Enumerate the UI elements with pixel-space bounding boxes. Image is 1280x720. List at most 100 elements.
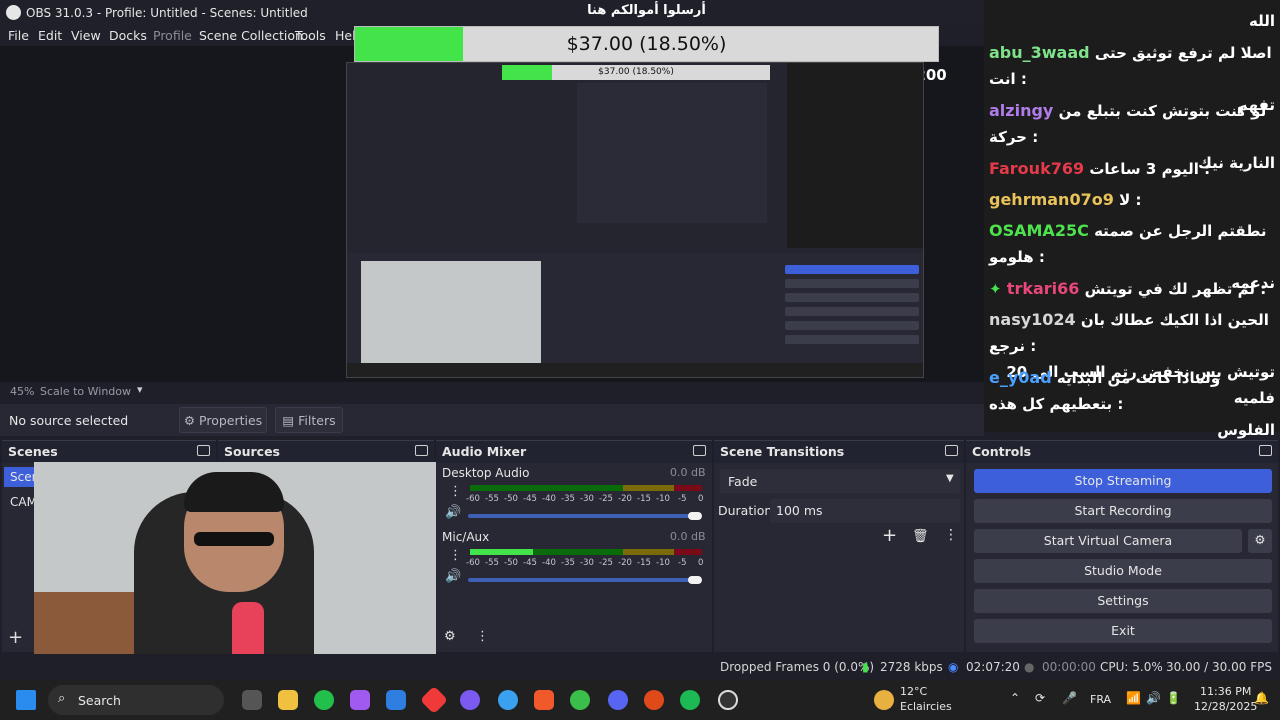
volume-icon[interactable]: 🔊 <box>1146 691 1161 705</box>
speaker-icon[interactable]: 🔊 <box>445 505 461 520</box>
mic-aux-volume-slider[interactable] <box>468 578 694 582</box>
undock-icon[interactable] <box>1259 445 1272 456</box>
chevron-down-icon: ▼ <box>946 473 954 484</box>
scene-item-selected[interactable]: Scene <box>4 467 36 487</box>
transition-menu-icon[interactable]: ⋮ <box>944 527 958 543</box>
chat-username[interactable]: gehrman07o9 <box>989 190 1114 209</box>
signal-bars-icon: ▮ <box>862 660 869 674</box>
settings-button[interactable]: Settings <box>974 589 1272 613</box>
wifi-icon[interactable]: 📶 <box>1126 691 1141 705</box>
edge-icon[interactable] <box>498 690 518 710</box>
chat-username[interactable]: e_y0ad <box>989 368 1052 387</box>
chat-username[interactable]: nasy1024 <box>989 310 1076 329</box>
audio-mixer-dock: Audio Mixer Desktop Audio 0.0 dB ⋮ -60 -5… <box>436 440 712 652</box>
chat-text: لا : <box>1113 191 1142 209</box>
add-transition-icon[interactable]: + <box>882 525 897 546</box>
desktop-audio-volume-knob[interactable] <box>688 512 702 520</box>
filters-button[interactable]: ▤ Filters <box>275 407 343 433</box>
clock-date[interactable]: 12/28/2025 <box>1194 700 1257 713</box>
properties-button[interactable]: ⚙ Properties <box>179 407 267 433</box>
chat-username[interactable]: OSAMA25C <box>989 221 1089 240</box>
duration-input[interactable]: 100 ms <box>770 499 960 523</box>
mixer-settings-gear-icon[interactable]: ⚙ <box>444 629 456 644</box>
speaker-icon[interactable]: 🔊 <box>445 569 461 584</box>
controls-header: Controls <box>966 441 1278 463</box>
transition-select[interactable]: Fade ▼ <box>720 469 960 493</box>
notifications-icon[interactable]: 🔔 <box>1254 691 1269 705</box>
menu-tools[interactable]: Tools <box>295 28 326 43</box>
input-language[interactable]: FRA <box>1090 693 1111 706</box>
chat-username[interactable]: abu_3waad <box>989 43 1090 62</box>
undock-icon[interactable] <box>197 445 210 456</box>
search-icon: ⌕ <box>58 691 66 706</box>
chat-username[interactable]: Farouk769 <box>989 159 1084 178</box>
status-bar: Dropped Frames 0 (0.0%) ▮ 2728 kbps ◉ 02… <box>0 654 1280 680</box>
ea-icon[interactable] <box>644 690 664 710</box>
desktop-audio-volume-slider[interactable] <box>468 514 694 518</box>
menu-scene-collection[interactable]: Scene Collection <box>199 28 303 43</box>
copilot-icon[interactable] <box>350 690 370 710</box>
start-virtual-camera-button[interactable]: Start Virtual Camera <box>974 529 1242 553</box>
add-scene-icon[interactable]: + <box>8 627 23 648</box>
menu-docks[interactable]: Docks <box>109 28 147 43</box>
chat-app-icon[interactable] <box>460 690 480 710</box>
stop-streaming-button[interactable]: Stop Streaming <box>974 469 1272 493</box>
file-explorer-icon[interactable] <box>278 690 298 710</box>
audio-mixer-header: Audio Mixer <box>436 441 712 463</box>
windows-start-icon[interactable] <box>16 690 36 710</box>
menu-file[interactable]: File <box>8 28 29 43</box>
menu-edit[interactable]: Edit <box>38 28 62 43</box>
source-toolbar: No source selected ⚙ Properties ▤ Filter… <box>0 404 984 436</box>
desktop-audio-menu-icon[interactable]: ⋮ <box>449 484 462 499</box>
xbox-icon[interactable] <box>314 690 334 710</box>
clock-time[interactable]: 11:36 PM <box>1200 685 1251 698</box>
mic-aux-menu-icon[interactable]: ⋮ <box>449 548 462 563</box>
brave-icon[interactable] <box>534 690 554 710</box>
chat-message: ✦ trkari66 لم تظهر لك في تويتش : <box>984 276 1280 302</box>
kick-icon[interactable] <box>570 690 590 710</box>
studio-mode-button[interactable]: Studio Mode <box>974 559 1272 583</box>
no-source-label: No source selected <box>9 413 129 428</box>
preview-scale-row: 45% Scale to Window ▾ <box>0 382 984 400</box>
chat-message: Farouk769 اليوم 3 ساعات : <box>984 156 1280 182</box>
chat-username[interactable]: alzingy <box>989 101 1053 120</box>
mic-aux-meter-level <box>470 549 533 555</box>
task-view-icon[interactable] <box>242 690 262 710</box>
app-red-icon[interactable] <box>419 685 449 715</box>
chevron-down-icon[interactable]: ▾ <box>137 383 143 396</box>
start-recording-button[interactable]: Start Recording <box>974 499 1272 523</box>
virtual-camera-settings-button[interactable]: ⚙ <box>1248 529 1272 553</box>
store-icon[interactable] <box>386 690 406 710</box>
obs-taskbar-icon[interactable] <box>718 690 738 710</box>
scene-transitions-header: Scene Transitions <box>714 441 964 463</box>
exit-button[interactable]: Exit <box>974 619 1272 643</box>
chevron-up-icon[interactable]: ⌃ <box>1010 691 1020 705</box>
weather-temp[interactable]: 12°C <box>900 685 927 698</box>
scale-mode-select[interactable]: Scale to Window <box>40 385 131 398</box>
discord-icon[interactable] <box>608 690 628 710</box>
filter-icon: ▤ <box>282 413 295 428</box>
battery-icon[interactable]: 🔋 <box>1166 691 1181 705</box>
menu-view[interactable]: View <box>71 28 101 43</box>
sync-icon[interactable]: ⟳ <box>1035 691 1045 705</box>
mic-aux-volume-knob[interactable] <box>688 576 702 584</box>
menu-profile[interactable]: Profile <box>153 28 192 43</box>
chat-username[interactable]: trkari66 <box>1007 279 1080 298</box>
mixer-menu-icon[interactable]: ⋮ <box>476 629 489 644</box>
microphone-icon[interactable]: 🎤 <box>1062 691 1077 705</box>
trash-icon[interactable]: 🗑 <box>912 529 929 544</box>
undock-icon[interactable] <box>945 445 958 456</box>
chat-message: e_y0ad ولماذا كانت من البدايه بتعطيهم كل… <box>984 365 1280 443</box>
scene-item[interactable]: CAM <box>10 495 36 509</box>
weather-location[interactable]: Eclaircies <box>900 700 952 713</box>
stream-status-icon: ◉ <box>948 660 959 674</box>
chat-overlay: الله abu_3waad اصلا لم ترفع توثيق حتى ان… <box>984 0 1280 439</box>
undock-icon[interactable] <box>693 445 706 456</box>
taskbar-search[interactable]: ⌕ Search <box>48 685 224 715</box>
sunglasses <box>194 532 274 546</box>
scene-transitions-title: Scene Transitions <box>720 444 845 459</box>
sources-dock-title: Sources <box>224 444 280 459</box>
gear-icon: ⚙ <box>183 413 196 428</box>
spotify-icon[interactable] <box>680 690 700 710</box>
undock-icon[interactable] <box>415 445 428 456</box>
